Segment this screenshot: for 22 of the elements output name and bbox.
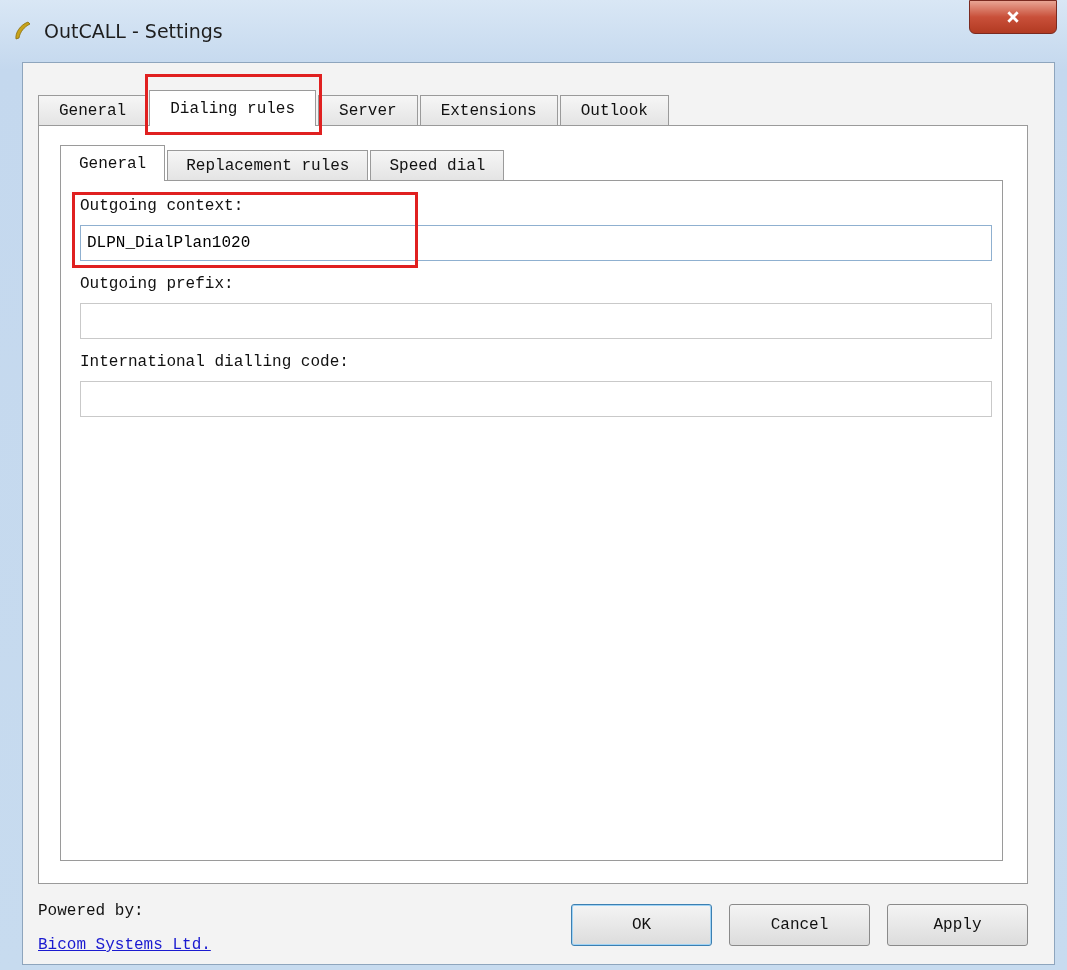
field-label: International dialling code: [80,353,349,371]
tab[interactable]: General [60,145,166,181]
close-icon [1006,10,1020,24]
window-title: OutCALL - Settings [44,20,223,42]
tab[interactable]: Dialing rules [149,90,317,126]
input-field[interactable] [80,381,992,417]
tab[interactable]: Server [318,95,418,125]
dialog-button[interactable]: Apply [887,904,1028,946]
field-label: Outgoing prefix: [80,275,234,293]
company-link[interactable]: Bicom Systems Ltd. [38,936,211,954]
tab[interactable]: Extensions [419,95,558,125]
close-button[interactable] [969,0,1057,34]
tab[interactable]: Replacement rules [167,150,369,180]
tab[interactable]: General [38,95,148,125]
dialog-button[interactable]: OK [571,904,712,946]
powered-by-label: Powered by: [38,902,145,920]
field-label: Outgoing context: [80,197,244,215]
tab[interactable]: Speed dial [370,150,505,180]
tab[interactable]: Outlook [559,95,669,125]
input-field[interactable]: DLPN_DialPlan1020 [80,225,992,261]
input-field[interactable] [80,303,992,339]
dialog-button[interactable]: Cancel [729,904,870,946]
